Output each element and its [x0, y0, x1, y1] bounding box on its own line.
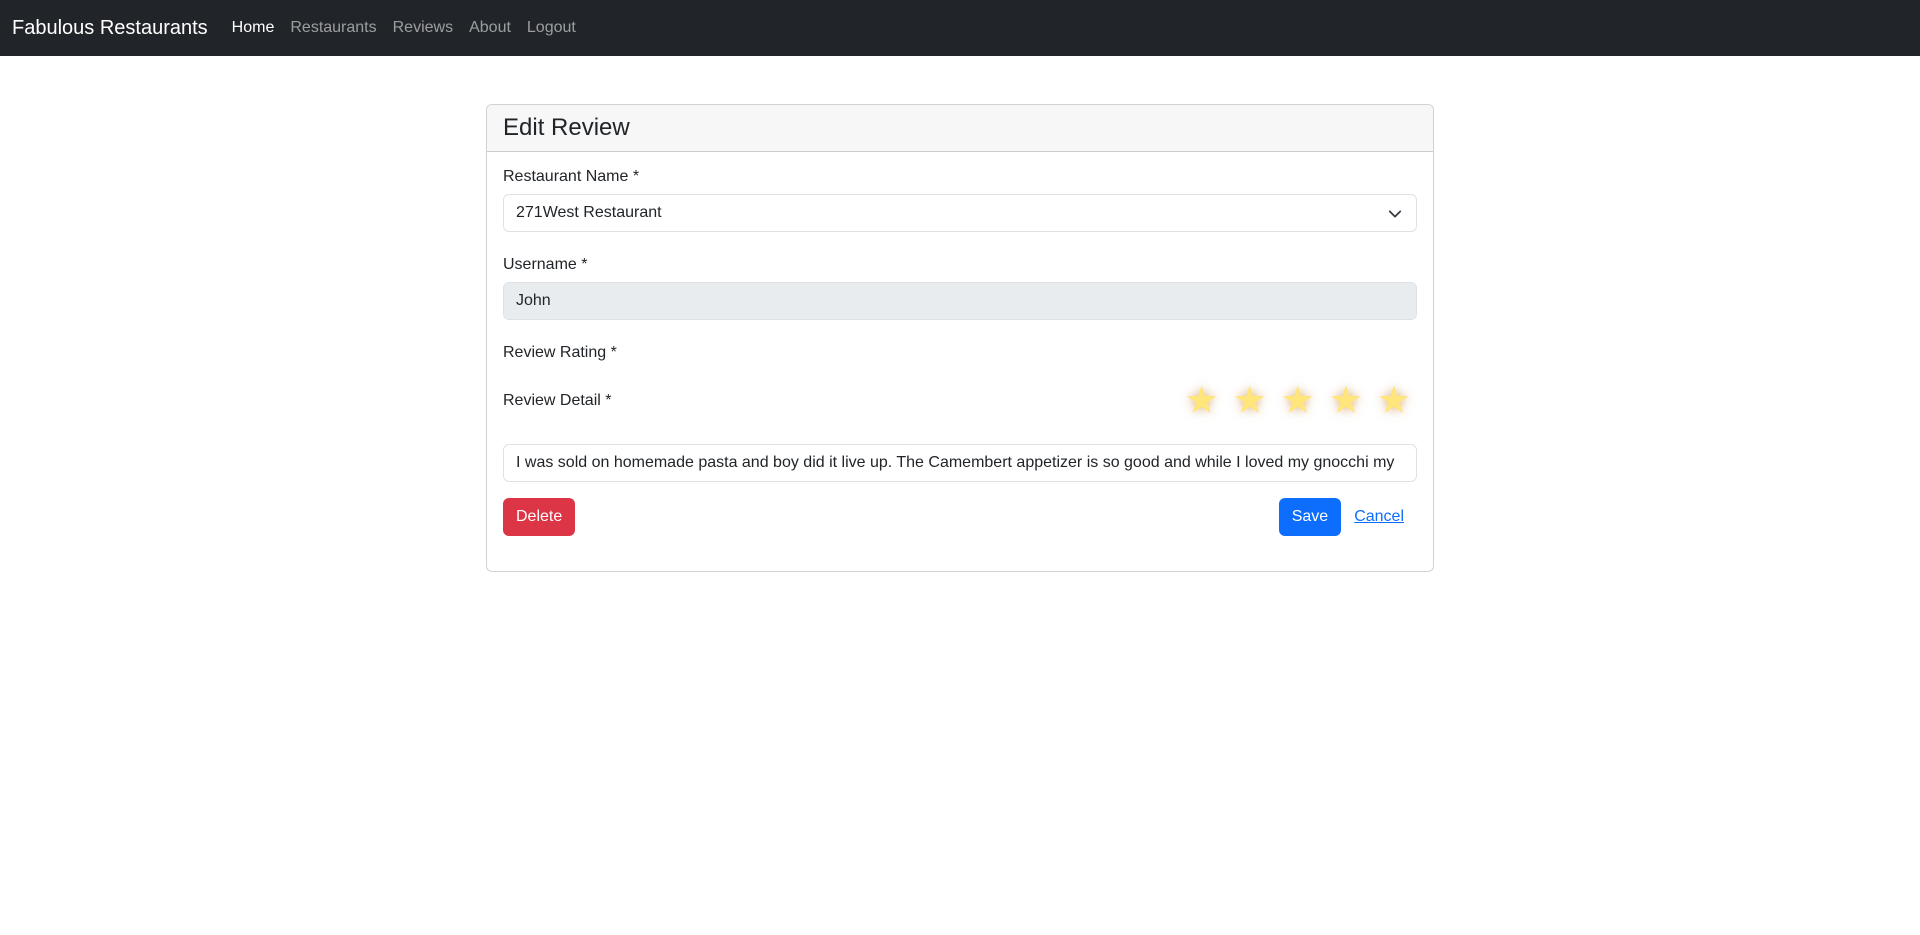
restaurant-select[interactable]: 271West Restaurant	[503, 194, 1417, 232]
star-icon[interactable]: ★	[1233, 382, 1267, 420]
nav-link-about[interactable]: About	[469, 19, 511, 37]
review-detail-value: I was sold on homemade pasta and boy did…	[516, 454, 1395, 471]
chevron-down-icon	[1388, 210, 1402, 218]
nav-link-reviews[interactable]: Reviews	[393, 19, 453, 37]
username-label: Username *	[503, 256, 588, 273]
nav-link-restaurants[interactable]: Restaurants	[290, 19, 376, 37]
navbar: Fabulous Restaurants Home Restaurants Re…	[0, 0, 1920, 56]
nav-link-home[interactable]: Home	[232, 19, 275, 37]
star-icon[interactable]: ★	[1377, 382, 1411, 420]
card-header: Edit Review	[487, 105, 1433, 152]
save-button[interactable]: Save	[1278, 498, 1342, 536]
edit-review-form: Restaurant Name * 271West Restaurant Use…	[487, 152, 1433, 552]
delete-button[interactable]: Delete	[503, 498, 576, 536]
username-value: John	[516, 292, 551, 309]
nav-link-logout[interactable]: Logout	[527, 19, 576, 37]
brand-link[interactable]: Fabulous Restaurants	[12, 17, 208, 40]
star-icon[interactable]: ★	[1185, 382, 1219, 420]
star-icon[interactable]: ★	[1329, 382, 1363, 420]
rating-section: Review Rating * Review Detail * ★ ★ ★ ★ …	[503, 344, 1417, 444]
restaurant-select-value: 271West Restaurant	[516, 204, 662, 221]
rating-label: Review Rating *	[503, 344, 617, 361]
star-icon[interactable]: ★	[1281, 382, 1315, 420]
restaurant-label: Restaurant Name *	[503, 168, 640, 185]
form-actions: Delete Save Cancel	[503, 498, 1417, 536]
cancel-link[interactable]: Cancel	[1354, 508, 1404, 526]
page-title: Edit Review	[503, 114, 630, 141]
star-rating[interactable]: ★ ★ ★ ★ ★	[1185, 382, 1411, 420]
username-field[interactable]: John	[503, 282, 1417, 320]
review-detail-input[interactable]: I was sold on homemade pasta and boy did…	[503, 444, 1417, 482]
edit-review-card: Edit Review Restaurant Name * 271West Re…	[486, 104, 1434, 572]
